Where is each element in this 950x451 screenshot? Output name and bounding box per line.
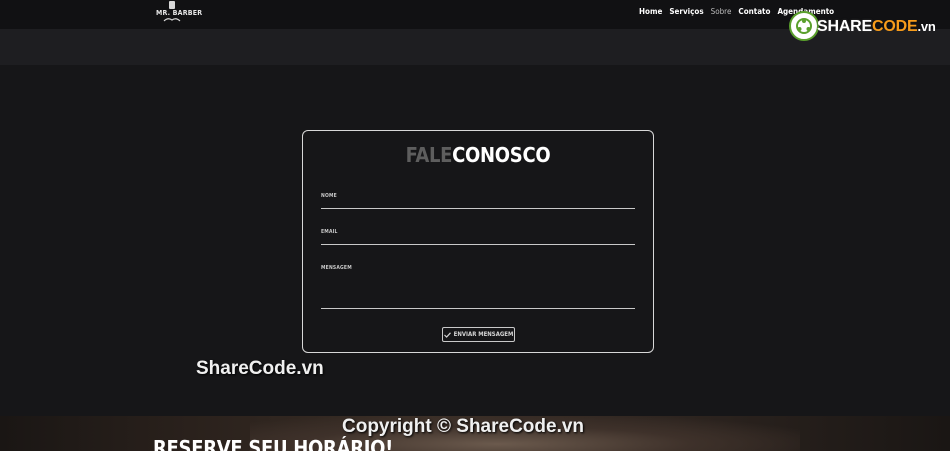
- sharecode-logo-text: SHARECODE.vn: [817, 18, 936, 35]
- contact-form-card: FALECONOSCO NOME EMAIL MENSAGEM ENVIAR M…: [302, 130, 654, 353]
- send-message-label: ENVIAR MENSAGEM: [453, 331, 514, 338]
- check-icon: [443, 331, 451, 338]
- name-label: NOME: [321, 193, 337, 199]
- sharecode-watermark: ShareCode.vn: [196, 358, 324, 379]
- contact-form-title: FALECONOSCO: [405, 143, 551, 167]
- sharecode-logo: SHARECODE.vn: [789, 8, 939, 42]
- nav-sobre[interactable]: Sobre: [711, 7, 732, 16]
- sharecode-badge-icon: [789, 11, 819, 41]
- send-message-button[interactable]: ENVIAR MENSAGEM: [442, 327, 515, 342]
- message-label: MENSAGEM: [321, 265, 352, 271]
- copyright-watermark: Copyright © ShareCode.vn: [342, 416, 585, 437]
- barber-logo[interactable]: MR. BARBER: [152, 0, 202, 24]
- nav-contato[interactable]: Contato: [738, 7, 770, 16]
- message-textarea[interactable]: [321, 308, 635, 309]
- email-label: EMAIL: [321, 229, 338, 235]
- reserve-heading: RESERVE SEU HORÁRIO!: [153, 436, 394, 451]
- email-input[interactable]: [321, 244, 635, 245]
- logo-text: MR. BARBER: [156, 9, 203, 17]
- name-input[interactable]: [321, 208, 635, 209]
- nav-servicos[interactable]: Serviços: [669, 7, 703, 16]
- nav-home[interactable]: Home: [639, 7, 662, 16]
